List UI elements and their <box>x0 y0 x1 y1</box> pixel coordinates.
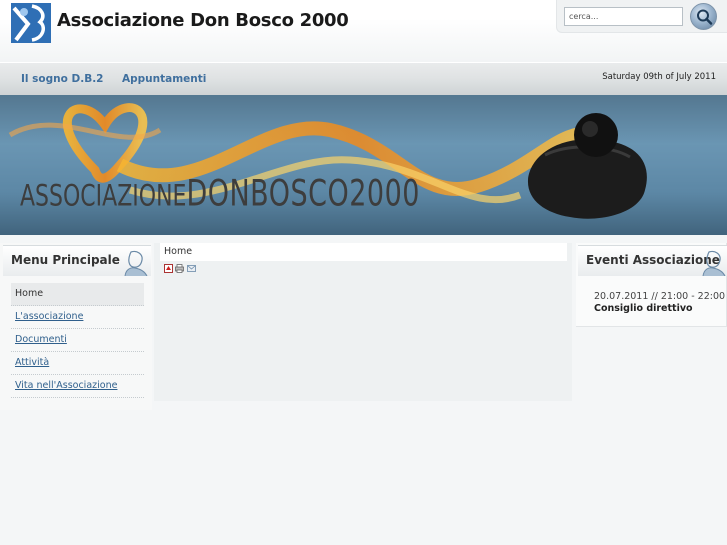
logo-icon[interactable] <box>10 2 52 44</box>
pdf-icon[interactable] <box>164 264 173 273</box>
banner-text-donbosco: DONBOSCO2000 <box>186 173 420 215</box>
events-box-header: Eventi Associazione <box>578 245 727 276</box>
print-icon[interactable] <box>175 264 184 273</box>
banner-title: ASSOCIAZIONEDONBOSCO2000 <box>20 173 420 215</box>
nav-item-sogno[interactable]: Il sogno D.B.2 <box>21 73 104 85</box>
search-box <box>556 0 727 33</box>
email-icon[interactable] <box>187 264 196 273</box>
banner-text-associazione: ASSOCIAZIONE <box>20 179 187 214</box>
search-input[interactable] <box>564 7 683 26</box>
main-menu: Home L'associazione Documenti Attività V… <box>11 283 144 398</box>
menu-item-vita[interactable]: Vita nell'Associazione <box>11 375 144 398</box>
menu-item-attivita[interactable]: Attività <box>11 352 144 375</box>
menu-box-title: Menu Principale <box>11 253 120 267</box>
search-icon <box>697 9 713 25</box>
menu-item-associazione[interactable]: L'associazione <box>11 306 144 329</box>
search-button[interactable] <box>690 3 717 30</box>
don-bosco-portrait-icon <box>124 250 148 276</box>
site-title[interactable]: Associazione Don Bosco 2000 <box>57 10 349 31</box>
header: Associazione Don Bosco 2000 <box>0 0 727 62</box>
main-navigation: Il sogno D.B.2 Appuntamenti Saturday 09t… <box>0 62 727 95</box>
menu-item-documenti[interactable]: Documenti <box>11 329 144 352</box>
event-date: 20.07.2011 // 21:00 - 22:00 <box>594 291 726 302</box>
menu-item-home[interactable]: Home <box>11 283 144 306</box>
main-content <box>154 243 572 401</box>
menu-box-header: Menu Principale <box>3 245 151 276</box>
header-banner: ASSOCIAZIONEDONBOSCO2000 <box>0 95 727 235</box>
current-date: Saturday 09th of July 2011 <box>602 72 716 82</box>
nav-item-appuntamenti[interactable]: Appuntamenti <box>122 73 206 85</box>
breadcrumb: Home <box>160 243 567 261</box>
don-bosco-portrait-icon <box>702 250 726 276</box>
event-title[interactable]: Consiglio direttivo <box>594 303 693 314</box>
